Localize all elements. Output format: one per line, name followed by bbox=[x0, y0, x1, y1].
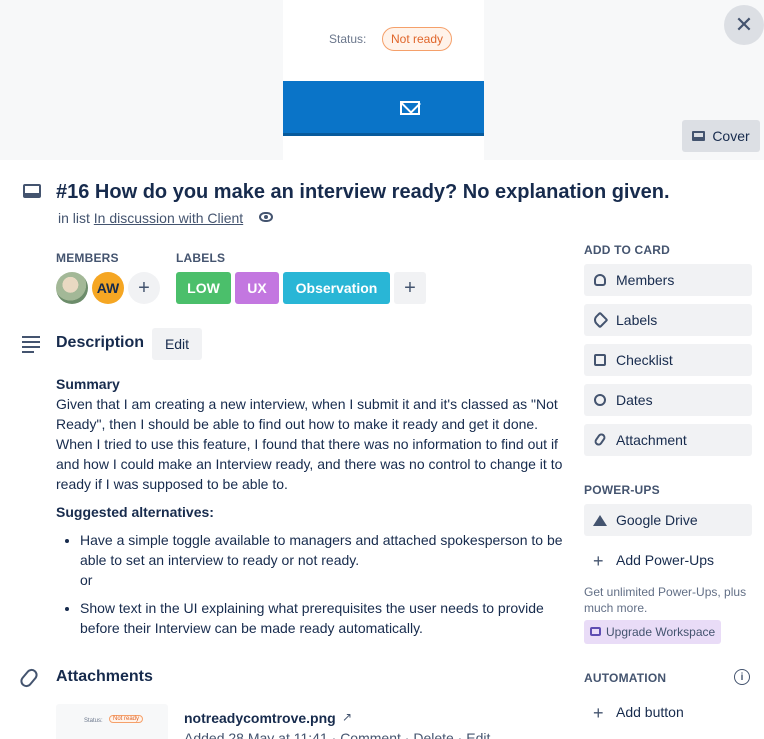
description-heading: Description bbox=[56, 334, 145, 351]
checklist-icon bbox=[594, 354, 606, 366]
upgrade-workspace-label: Upgrade Workspace bbox=[606, 625, 716, 639]
automation-heading: AUTOMATION bbox=[584, 671, 667, 685]
labels-button-label: Labels bbox=[616, 312, 658, 328]
google-drive-button[interactable]: Google Drive bbox=[584, 504, 752, 536]
cover-image: Status: Not ready bbox=[283, 0, 484, 160]
plus-icon: + bbox=[593, 703, 604, 723]
card-cover: Status: Not ready ✕ Cover bbox=[0, 0, 764, 160]
google-drive-button-label: Google Drive bbox=[616, 512, 698, 528]
cover-button[interactable]: Cover bbox=[682, 120, 760, 152]
person-icon bbox=[594, 274, 606, 286]
add-button-label: Add button bbox=[616, 704, 684, 720]
attachment-button-label: Attachment bbox=[616, 432, 687, 448]
attachment-added: Added 28 May at 11:41 bbox=[184, 730, 328, 739]
power-ups-heading: POWER-UPS bbox=[584, 483, 660, 497]
in-list-text: in list In discussion with Client bbox=[58, 210, 243, 226]
dates-button[interactable]: Dates bbox=[584, 384, 752, 416]
label-observation[interactable]: Observation bbox=[283, 272, 390, 304]
avatar-aw[interactable]: AW bbox=[92, 272, 124, 304]
paperclip-icon bbox=[17, 666, 41, 690]
clock-icon bbox=[594, 394, 606, 406]
cover-status-label: Status: bbox=[329, 32, 367, 46]
google-drive-icon bbox=[593, 508, 607, 526]
delete-link[interactable]: Delete bbox=[413, 730, 453, 739]
mail-icon bbox=[400, 101, 420, 115]
alternatives-heading: Suggested alternatives: bbox=[56, 504, 214, 520]
members-heading: MEMBERS bbox=[56, 251, 119, 265]
comment-link[interactable]: Comment bbox=[340, 730, 401, 739]
eye-icon[interactable] bbox=[259, 212, 273, 222]
checklist-button-label: Checklist bbox=[616, 352, 673, 368]
thumb-status-badge: Not ready bbox=[109, 715, 144, 723]
alternatives-or: or bbox=[80, 572, 93, 588]
paperclip-icon bbox=[592, 431, 608, 448]
info-icon[interactable]: i bbox=[734, 669, 750, 685]
description-icon bbox=[22, 336, 40, 356]
cover-button-label: Cover bbox=[712, 128, 750, 144]
list-link[interactable]: In discussion with Client bbox=[94, 210, 243, 226]
avatar[interactable] bbox=[56, 272, 88, 304]
dates-button-label: Dates bbox=[616, 392, 653, 408]
add-power-ups-button[interactable]: + Add Power-Ups bbox=[584, 544, 752, 576]
cover-status-badge: Not ready bbox=[382, 27, 453, 51]
labels-heading: LABELS bbox=[176, 251, 226, 265]
power-ups-note: Get unlimited Power-Ups, plus much more. bbox=[584, 585, 747, 615]
close-button[interactable]: ✕ bbox=[724, 5, 764, 45]
attachment-thumbnail[interactable]: Status: Not ready bbox=[56, 704, 168, 739]
edit-link[interactable]: Edit bbox=[466, 730, 490, 739]
briefcase-icon bbox=[590, 627, 601, 636]
add-to-card-heading: ADD TO CARD bbox=[584, 243, 670, 257]
members-button[interactable]: Members bbox=[584, 264, 752, 296]
in-list-prefix: in list bbox=[58, 210, 90, 226]
list-item: Show text in the UI explaining what prer… bbox=[80, 598, 572, 638]
add-button-button[interactable]: + Add button bbox=[584, 696, 752, 728]
list-item: Have a simple toggle available to manage… bbox=[80, 530, 572, 590]
summary-heading: Summary bbox=[56, 376, 120, 392]
card-title[interactable]: #16 How do you make an interview ready? … bbox=[56, 181, 670, 204]
attachment-meta: Added 28 May at 11:41 · Comment · Delete… bbox=[184, 730, 490, 739]
summary-text: Given that I am creating a new interview… bbox=[56, 396, 563, 492]
label-low[interactable]: LOW bbox=[176, 272, 231, 304]
thumb-status-label: Status: bbox=[84, 718, 103, 724]
label-icon bbox=[591, 311, 609, 329]
label-ux[interactable]: UX bbox=[235, 272, 279, 304]
attachment-file-name[interactable]: notreadycomtrove.png bbox=[184, 710, 336, 726]
cover-icon bbox=[692, 131, 706, 141]
attachments-heading: Attachments bbox=[56, 668, 153, 685]
edit-description-button[interactable]: Edit bbox=[152, 328, 202, 360]
cover-blue-bar bbox=[283, 81, 484, 136]
plus-icon: + bbox=[593, 551, 604, 571]
checklist-button[interactable]: Checklist bbox=[584, 344, 752, 376]
add-member-button[interactable]: + bbox=[128, 272, 160, 304]
close-icon: ✕ bbox=[734, 12, 754, 37]
open-external-icon[interactable]: ↗ bbox=[342, 710, 352, 724]
description-body[interactable]: Summary Given that I am creating a new i… bbox=[56, 374, 572, 646]
alternatives-list: Have a simple toggle available to manage… bbox=[56, 530, 572, 638]
card-icon bbox=[23, 184, 41, 198]
upgrade-workspace-button[interactable]: Upgrade Workspace bbox=[584, 620, 721, 644]
attachment-button[interactable]: Attachment bbox=[584, 424, 752, 456]
labels-button[interactable]: Labels bbox=[584, 304, 752, 336]
add-label-button[interactable]: + bbox=[394, 272, 426, 304]
add-power-ups-label: Add Power-Ups bbox=[616, 552, 715, 568]
members-button-label: Members bbox=[616, 272, 675, 288]
